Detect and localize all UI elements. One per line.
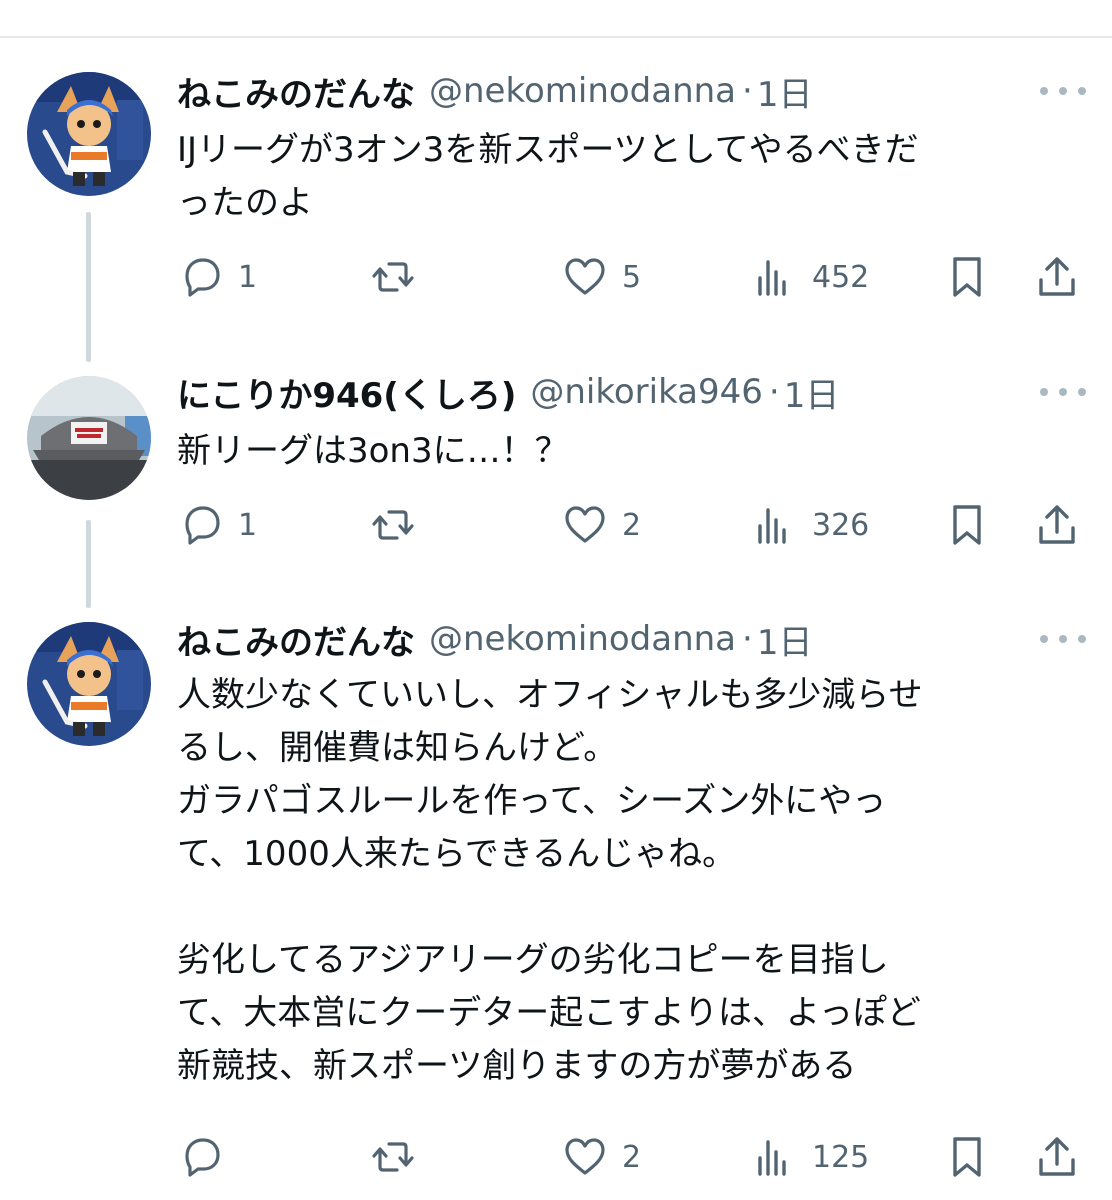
view-count: 326 [812,507,870,543]
action-bar: 1 2 326 [0,500,1112,550]
retweet-button[interactable] [370,252,430,302]
like-count: 2 [622,507,642,543]
bookmark-icon [953,257,981,297]
cap-photo-avatar[interactable] [27,376,151,500]
tweet-text: 人数少なくていいし、オフィシャルも多少減らせ るし、開催費は知らんけど。 ガラパ… [177,675,923,1086]
views-chart-icon [758,1140,786,1176]
tweet-text: 新リーグは3on3に…！？ [177,431,569,471]
views-button[interactable]: 452 [752,252,869,302]
tweet-header: ねこみのだんな @nekominodanna · 1日 [177,67,812,115]
views-chart-icon [758,260,786,296]
more-options-icon[interactable] [1040,79,1086,103]
more-options-icon[interactable] [1040,380,1086,404]
share-button[interactable] [1034,1132,1080,1182]
bookmark-button[interactable] [944,252,990,302]
tweet-text: IJリーグが3オン3を新スポーツとしてやるべきだ ったのよ [177,130,919,223]
retweet-icon [372,510,414,540]
mascot-avatar[interactable] [27,72,151,196]
like-count: 5 [622,259,642,295]
reply-icon [185,1138,220,1177]
display-name[interactable]: ねこみのだんな [177,615,415,664]
views-button[interactable]: 125 [752,1132,869,1182]
reply-count: 1 [238,259,258,295]
reply-button[interactable]: 1 [178,500,257,550]
view-count: 125 [812,1139,870,1175]
timestamp[interactable]: 1日 [757,67,813,116]
timestamp[interactable]: 1日 [784,368,840,417]
tweet-header: ねこみのだんな @nekominodanna · 1日 [177,615,812,663]
share-icon [1039,505,1075,544]
user-handle[interactable]: @nekominodanna [429,619,736,659]
retweet-button[interactable] [370,500,430,550]
views-button[interactable]: 326 [752,500,869,550]
bookmark-button[interactable] [944,1132,990,1182]
separator-dot: · [742,71,753,111]
like-button[interactable]: 2 [562,1132,641,1182]
reply-count: 1 [238,507,258,543]
heart-icon [565,506,605,543]
share-icon [1039,1137,1075,1176]
user-handle[interactable]: @nekominodanna [429,71,736,111]
share-button[interactable] [1034,252,1080,302]
reply-icon [185,506,220,545]
display-name[interactable]: にこりか946(くしろ) [177,368,516,417]
like-button[interactable]: 5 [562,252,641,302]
views-chart-icon [758,508,786,544]
bookmark-icon [953,505,981,545]
timestamp[interactable]: 1日 [757,615,813,664]
tweet-header: にこりか946(くしろ) @nikorika946 · 1日 [177,368,839,416]
like-button[interactable]: 2 [562,500,641,550]
reply-button[interactable]: 1 [178,252,257,302]
retweet-icon [372,262,414,292]
action-bar: 1 5 452 [0,252,1112,302]
retweet-button[interactable] [370,1132,430,1182]
user-handle[interactable]: @nikorika946 [530,372,763,412]
bookmark-icon [953,1137,981,1177]
top-divider [0,36,1112,38]
display-name[interactable]: ねこみのだんな [177,67,415,116]
heart-icon [565,258,605,295]
retweet-icon [372,1142,414,1172]
mascot-avatar[interactable] [27,622,151,746]
separator-dot: · [742,619,753,659]
reply-icon [185,258,220,297]
view-count: 452 [812,259,870,295]
more-options-icon[interactable] [1040,627,1086,651]
share-button[interactable] [1034,500,1080,550]
bookmark-button[interactable] [944,500,990,550]
share-icon [1039,257,1075,296]
like-count: 2 [622,1139,642,1175]
separator-dot: · [768,372,780,412]
reply-button[interactable] [178,1132,238,1182]
action-bar: 2 125 [0,1132,1112,1182]
heart-icon [565,1138,605,1175]
